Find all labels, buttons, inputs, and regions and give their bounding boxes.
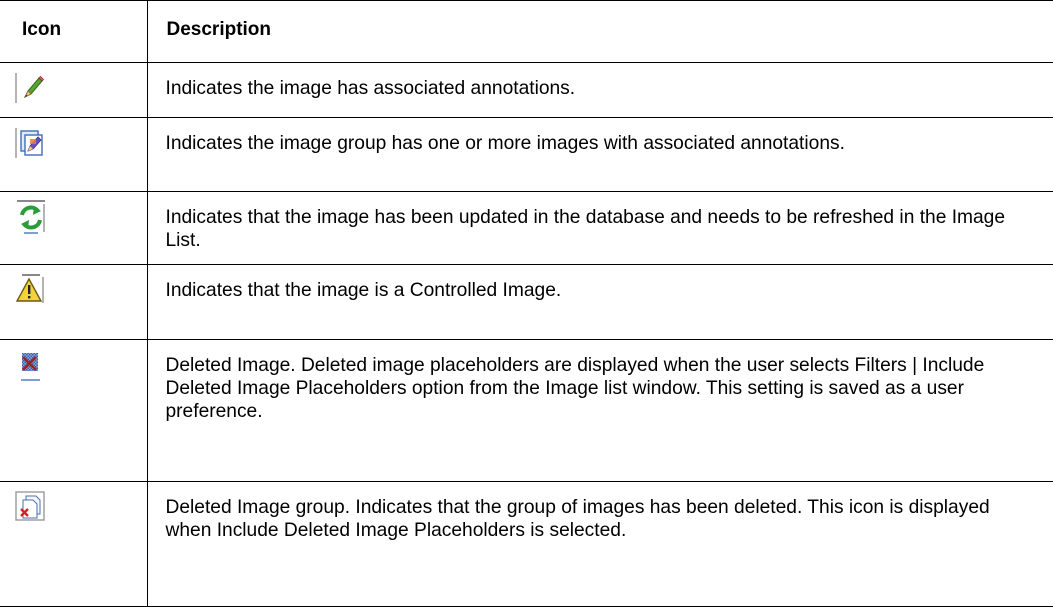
icon-column-header: Icon [0, 0, 148, 63]
table-header-row: Icon Description [0, 0, 1053, 63]
icon-cell [0, 191, 148, 265]
description-cell: Indicates that the image is a Controlled… [146, 264, 1053, 340]
description-cell: Indicates that the image has been update… [146, 191, 1053, 265]
pencil-icon [14, 71, 48, 105]
refresh-icon [14, 200, 48, 234]
table-row: Deleted Image group. Indicates that the … [0, 481, 1053, 607]
table-row: Indicates the image group has one or mor… [0, 117, 1053, 192]
table-row: Indicates that the image has been update… [0, 191, 1053, 265]
description-cell: Indicates the image group has one or mor… [146, 117, 1053, 192]
icon-cell [0, 339, 148, 482]
icon-cell [0, 62, 148, 118]
warning-icon [14, 273, 48, 307]
description-column-header: Description [146, 0, 1053, 63]
table-row: Indicates that the image is a Controlled… [0, 264, 1053, 340]
icon-cell [0, 264, 148, 340]
icon-cell [0, 117, 148, 192]
description-cell: Indicates the image has associated annot… [146, 62, 1053, 118]
table-row: Indicates the image has associated annot… [0, 62, 1053, 118]
description-cell: Deleted Image. Deleted image placeholder… [146, 339, 1053, 482]
deleted-image-group-icon [14, 490, 48, 524]
deleted-image-icon [14, 348, 48, 382]
icon-description-table: Icon Description Indicates the image has… [0, 0, 1053, 607]
image-group-annotation-icon [14, 126, 48, 160]
table-row: Deleted Image. Deleted image placeholder… [0, 339, 1053, 482]
description-cell: Deleted Image group. Indicates that the … [146, 481, 1053, 607]
icon-cell [0, 481, 148, 607]
